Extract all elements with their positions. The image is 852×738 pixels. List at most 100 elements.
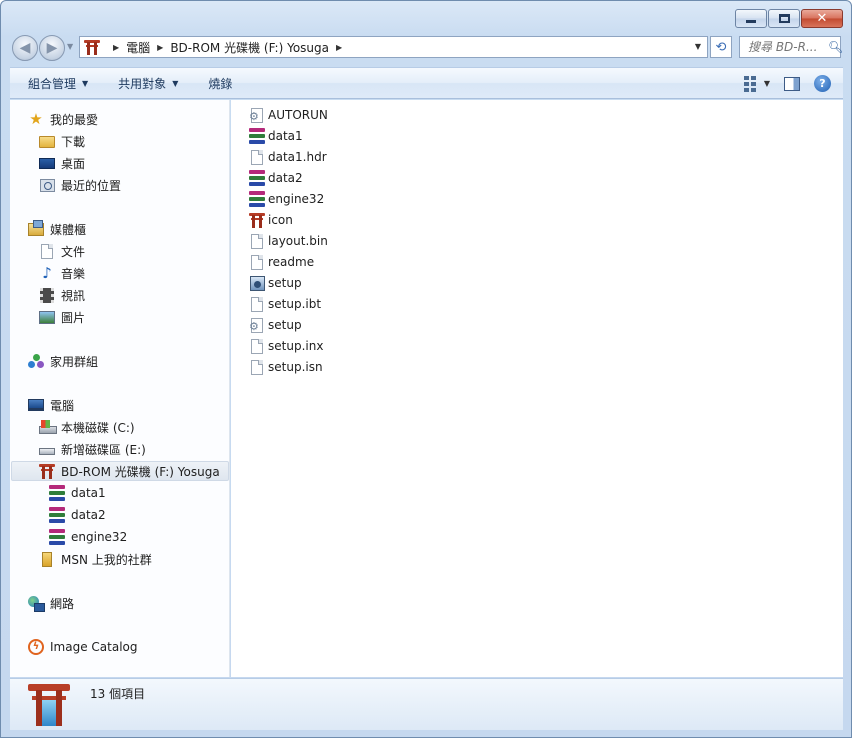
blank-file-icon [249, 338, 265, 354]
address-dropdown-icon[interactable]: ▼ [695, 42, 701, 51]
file-item-layout-bin[interactable]: layout.bin [249, 231, 328, 251]
nav-item-data2[interactable]: data2 [49, 505, 106, 525]
nav-favorites[interactable]: ★ 我的最愛 [28, 109, 98, 129]
file-item-autorun[interactable]: AUTORUN [249, 105, 328, 125]
change-view-icon[interactable] [743, 75, 756, 92]
nav-computer[interactable]: 電腦 [28, 395, 74, 415]
file-name: setup [268, 276, 302, 290]
file-item-engine32[interactable]: engine32 [249, 189, 324, 209]
nav-item-label: 新增磁碟區 (E:) [61, 442, 146, 457]
back-button[interactable]: ◀ [12, 35, 38, 61]
winrar-archive-icon [49, 485, 65, 501]
file-item-setup-exe[interactable]: setup [249, 273, 302, 293]
nav-item-pictures[interactable]: 圖片 [39, 307, 85, 327]
preview-pane-icon[interactable] [784, 76, 800, 91]
nav-item-volume-e[interactable]: 新增磁碟區 (E:) [39, 439, 146, 459]
bd-rom-icon [39, 463, 55, 479]
help-icon[interactable]: ? [814, 75, 831, 92]
nav-item-label: data2 [71, 508, 106, 522]
maximize-button[interactable] [768, 9, 800, 28]
nav-network-label: 網路 [50, 596, 75, 611]
file-item-setup-inx[interactable]: setup.inx [249, 336, 323, 356]
nav-item-bd-rom[interactable]: BD-ROM 光碟機 (F:) Yosuga [11, 461, 229, 481]
explorer-window: ✕ ◀ ▶ ▼ ▶ 電腦 ▶ BD-ROM 光碟機 (F:) Yosuga ▶ … [0, 0, 852, 738]
share-with-menu-button[interactable]: 共用對象 ▼ [118, 75, 178, 92]
nav-item-documents[interactable]: 文件 [39, 241, 85, 261]
winrar-archive-icon [49, 507, 65, 523]
close-icon: ✕ [816, 11, 828, 26]
setup-icon [249, 275, 265, 291]
blank-file-icon [249, 359, 265, 375]
organize-label: 組合管理 [28, 76, 77, 91]
nav-libraries[interactable]: 媒體櫃 [28, 219, 86, 239]
view-options-dropdown[interactable]: ▼ [764, 79, 770, 88]
nav-image-catalog[interactable]: ϟ Image Catalog [28, 637, 137, 657]
breadcrumb-arrow-icon[interactable]: ▶ [336, 43, 342, 52]
nav-item-label: 下載 [61, 134, 86, 149]
torii-icon [249, 212, 265, 228]
nav-network[interactable]: 網路 [28, 593, 74, 613]
minimize-button[interactable] [735, 9, 767, 28]
recent-places-icon [39, 177, 55, 193]
nav-item-engine32[interactable]: engine32 [49, 527, 127, 547]
blank-file-icon [249, 233, 265, 249]
nav-item-local-disk-c[interactable]: 本機磁碟 (C:) [39, 417, 135, 437]
refresh-button[interactable]: ⟲ [710, 36, 732, 58]
blank-file-icon [249, 296, 265, 312]
file-name: AUTORUN [268, 108, 328, 122]
nav-item-label: data1 [71, 486, 106, 500]
file-name: layout.bin [268, 234, 328, 248]
nav-item-downloads[interactable]: 下載 [39, 131, 85, 151]
file-item-setup-ini[interactable]: setup [249, 315, 302, 335]
file-list[interactable]: AUTORUN data1 data1.hdr data2 engine32 i… [231, 100, 843, 677]
breadcrumb-bd-rom[interactable]: BD-ROM 光碟機 (F:) Yosuga [170, 39, 329, 56]
breadcrumb-arrow-icon[interactable]: ▶ [157, 43, 163, 52]
file-item-data1[interactable]: data1 [249, 126, 303, 146]
file-item-setup-isn[interactable]: setup.isn [249, 357, 323, 377]
nav-item-desktop[interactable]: 桌面 [39, 153, 85, 173]
nav-item-videos[interactable]: 視訊 [39, 285, 85, 305]
command-bar: 組合管理 ▼ 共用對象 ▼ 燒錄 ▼ ? [10, 67, 843, 99]
nav-item-msn-community[interactable]: MSN 上我的社群 [39, 549, 152, 569]
burn-button[interactable]: 燒錄 [208, 75, 232, 92]
address-bar[interactable]: ▶ 電腦 ▶ BD-ROM 光碟機 (F:) Yosuga ▶ ▼ [79, 36, 708, 58]
recent-pages-dropdown[interactable]: ▼ [67, 42, 73, 51]
file-item-data2[interactable]: data2 [249, 168, 303, 188]
library-icon [28, 219, 44, 237]
nav-item-label: engine32 [71, 530, 128, 544]
navigation-pane[interactable]: ★ 我的最愛 下載 桌面 最近的位置 媒體櫃 文件 ♪ 音樂 視訊 圖片 家用群… [10, 100, 230, 677]
search-icon[interactable]: 🔍︎ [828, 40, 843, 54]
burn-label: 燒錄 [208, 76, 233, 91]
nav-item-label: 文件 [61, 244, 86, 259]
pictures-icon [39, 309, 55, 325]
nav-item-label: MSN 上我的社群 [61, 552, 152, 567]
nav-item-label: 本機磁碟 (C:) [61, 420, 135, 435]
item-count: 13 個項目 [90, 687, 146, 701]
file-name: data1.hdr [268, 150, 327, 164]
file-item-readme[interactable]: readme [249, 252, 314, 272]
toolbar-right-group: ▼ ? [743, 75, 831, 92]
file-item-data1-hdr[interactable]: data1.hdr [249, 147, 327, 167]
forward-button[interactable]: ▶ [39, 35, 65, 61]
share-label: 共用對象 [118, 76, 167, 91]
caption-buttons: ✕ [735, 9, 843, 28]
file-item-icon[interactable]: icon [249, 210, 293, 230]
msn-folder-icon [39, 551, 55, 567]
nav-image-catalog-label: Image Catalog [50, 640, 138, 654]
nav-libraries-label: 媒體櫃 [50, 222, 87, 237]
search-box[interactable]: 🔍︎ [739, 36, 843, 58]
breadcrumb-computer[interactable]: 電腦 [126, 39, 150, 56]
file-item-setup-ibt[interactable]: setup.ibt [249, 294, 321, 314]
nav-homegroup[interactable]: 家用群組 [28, 351, 98, 371]
search-input[interactable] [748, 40, 826, 54]
nav-item-music[interactable]: ♪ 音樂 [39, 263, 85, 283]
close-button[interactable]: ✕ [801, 9, 843, 28]
breadcrumb-arrow-icon[interactable]: ▶ [113, 43, 119, 52]
settings-file-icon [249, 317, 265, 333]
documents-icon [39, 243, 55, 259]
nav-item-recent-places[interactable]: 最近的位置 [39, 175, 121, 195]
nav-item-data1[interactable]: data1 [49, 483, 106, 503]
organize-menu-button[interactable]: 組合管理 ▼ [28, 75, 88, 92]
arrow-left-icon: ◀ [19, 40, 31, 56]
nav-homegroup-label: 家用群組 [50, 354, 99, 369]
